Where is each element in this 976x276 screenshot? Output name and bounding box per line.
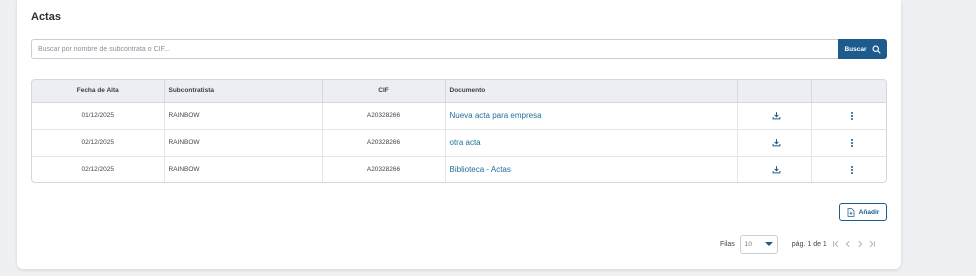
header-cif[interactable]: CIF: [322, 80, 446, 103]
table-header-row: Fecha de Alta Subcontratista CIF Documen…: [32, 80, 886, 103]
cell-fecha: 02/12/2025: [32, 156, 165, 182]
download-icon[interactable]: [772, 138, 781, 147]
header-download: [737, 80, 812, 103]
more-vertical-icon[interactable]: [850, 165, 853, 174]
actas-table: Fecha de Alta Subcontratista CIF Documen…: [31, 79, 887, 183]
search-icon: [872, 44, 881, 54]
page-title: Actas: [31, 11, 61, 23]
pagination: Filas 10 pág. 1 de 1: [720, 234, 878, 254]
chevron-down-icon: [764, 242, 773, 246]
cell-subcontratista: RAINBOW: [164, 156, 323, 182]
document-link[interactable]: otra acta: [450, 138, 481, 147]
search-input[interactable]: [31, 39, 838, 59]
cell-fecha: 02/12/2025: [32, 129, 165, 157]
more-vertical-icon[interactable]: [850, 138, 853, 147]
cell-cif: A20328266: [322, 156, 446, 182]
rows-per-page-label: Filas: [720, 240, 735, 248]
search-button[interactable]: Buscar: [838, 39, 887, 59]
download-icon[interactable]: [772, 111, 781, 120]
document-link[interactable]: Nueva acta para empresa: [450, 111, 542, 120]
table-row: 02/12/2025 RAINBOW A20328266 otra acta: [32, 129, 886, 157]
first-page-icon[interactable]: [830, 238, 842, 250]
rows-per-page-value: 10: [744, 240, 753, 248]
add-button[interactable]: Añadir: [839, 203, 887, 221]
rows-per-page-select[interactable]: 10: [739, 234, 778, 254]
header-fecha[interactable]: Fecha de Alta: [32, 80, 165, 103]
add-document-icon: [847, 207, 855, 217]
cell-subcontratista: RAINBOW: [164, 129, 323, 157]
download-icon[interactable]: [772, 165, 781, 174]
header-subcontratista[interactable]: Subcontratista: [164, 80, 323, 103]
cell-cif: A20328266: [322, 129, 446, 157]
cell-subcontratista: RAINBOW: [164, 102, 323, 130]
page-info: pág. 1 de 1: [791, 240, 827, 248]
table-row: 02/12/2025 RAINBOW A20328266 Biblioteca …: [32, 156, 886, 182]
cell-fecha: 01/12/2025: [32, 102, 165, 130]
header-actions: [811, 80, 886, 103]
next-page-icon[interactable]: [854, 238, 866, 250]
cell-cif: A20328266: [322, 102, 446, 130]
search-button-label: Buscar: [844, 45, 867, 53]
previous-page-icon[interactable]: [842, 238, 854, 250]
table-row: 01/12/2025 RAINBOW A20328266 Nueva acta …: [32, 102, 886, 130]
search-bar: Buscar: [31, 39, 887, 59]
last-page-icon[interactable]: [866, 238, 878, 250]
document-link[interactable]: Biblioteca - Actas: [450, 165, 511, 174]
actas-card: Actas Buscar Fecha de Alta Subcontratist…: [17, 0, 901, 269]
add-button-label: Añadir: [858, 208, 880, 216]
header-documento[interactable]: Documento: [445, 80, 738, 103]
more-vertical-icon[interactable]: [850, 111, 853, 120]
